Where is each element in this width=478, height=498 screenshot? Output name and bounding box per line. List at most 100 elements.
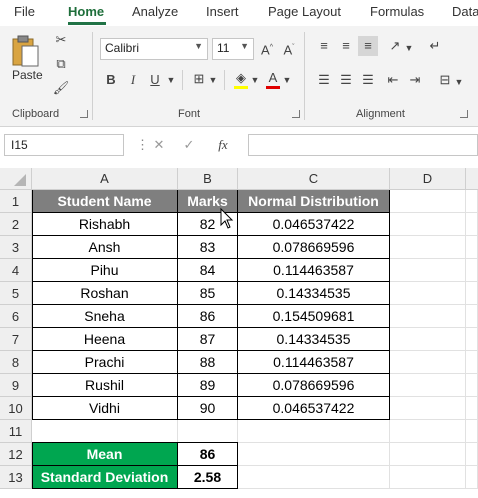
increase-font-icon[interactable]: A^	[258, 40, 276, 58]
clipboard-launcher-icon[interactable]	[80, 110, 88, 118]
wrap-text-icon[interactable]: ↵	[426, 38, 444, 54]
align-middle-icon[interactable]: ≡	[338, 38, 354, 54]
table-cell[interactable]: Sneha	[32, 305, 178, 328]
table-cell[interactable]: 0.154509681	[238, 305, 390, 328]
cell[interactable]	[390, 420, 466, 443]
tab-page-layout[interactable]: Page Layout	[268, 4, 341, 19]
cell[interactable]	[238, 466, 390, 489]
table-cell[interactable]: 85	[178, 282, 238, 305]
underline-button[interactable]: U	[148, 72, 162, 88]
cell[interactable]	[390, 443, 466, 466]
alignment-launcher-icon[interactable]	[460, 110, 468, 118]
row-header[interactable]: 11	[0, 420, 32, 443]
cell[interactable]	[390, 236, 466, 259]
table-cell[interactable]: 90	[178, 397, 238, 420]
cell[interactable]	[390, 282, 466, 305]
row-header[interactable]: 3	[0, 236, 32, 259]
row-header[interactable]: 9	[0, 374, 32, 397]
bold-button[interactable]: B	[104, 72, 118, 88]
chevron-down-icon[interactable]: ▼	[454, 74, 464, 90]
stat-label-cell[interactable]: Mean	[32, 443, 178, 466]
tab-formulas[interactable]: Formulas	[370, 4, 424, 19]
table-cell[interactable]: Rushil	[32, 374, 178, 397]
confirm-icon[interactable]: ✓	[180, 137, 198, 153]
cell[interactable]	[466, 190, 478, 213]
cell[interactable]	[466, 328, 478, 351]
table-cell[interactable]: Prachi	[32, 351, 178, 374]
cell[interactable]	[466, 236, 478, 259]
table-cell[interactable]: Roshan	[32, 282, 178, 305]
table-header-cell[interactable]: Student Name	[32, 190, 178, 213]
cell[interactable]	[466, 213, 478, 236]
decrease-indent-icon[interactable]: ⇤	[384, 72, 402, 88]
table-cell[interactable]: 0.046537422	[238, 397, 390, 420]
copy-icon[interactable]: ⧉	[52, 56, 70, 72]
cell[interactable]	[466, 305, 478, 328]
table-cell[interactable]: 0.14334535	[238, 282, 390, 305]
worksheet-grid[interactable]: A B C D 1 Student Name Marks Normal Distrib…	[0, 168, 478, 498]
cell[interactable]	[466, 443, 478, 466]
column-header-c[interactable]: C	[238, 168, 390, 190]
cell[interactable]	[466, 351, 478, 374]
font-color-button[interactable]: A	[264, 70, 282, 90]
cell[interactable]	[390, 466, 466, 489]
row-header[interactable]: 5	[0, 282, 32, 305]
cell[interactable]	[390, 351, 466, 374]
table-cell[interactable]: 84	[178, 259, 238, 282]
cell[interactable]	[466, 374, 478, 397]
cell[interactable]	[238, 443, 390, 466]
tab-analyze[interactable]: Analyze	[132, 4, 178, 19]
cell[interactable]	[32, 420, 178, 443]
table-cell[interactable]: Heena	[32, 328, 178, 351]
font-name-dropdown[interactable]: Calibri ▼	[100, 38, 208, 60]
row-header[interactable]: 10	[0, 397, 32, 420]
select-all-corner[interactable]	[0, 168, 32, 190]
row-header[interactable]: 12	[0, 443, 32, 466]
row-header[interactable]: 6	[0, 305, 32, 328]
cell[interactable]	[466, 466, 478, 489]
cell[interactable]	[466, 397, 478, 420]
row-header[interactable]: 2	[0, 213, 32, 236]
column-header-b[interactable]: B	[178, 168, 238, 190]
table-cell[interactable]: Ansh	[32, 236, 178, 259]
align-center-icon[interactable]: ☰	[338, 72, 354, 88]
cell[interactable]	[466, 259, 478, 282]
tab-data[interactable]: Data	[452, 4, 478, 19]
table-header-cell[interactable]: Normal Distribution	[238, 190, 390, 213]
borders-icon[interactable]: ⊞	[190, 71, 208, 87]
decrease-font-icon[interactable]: Aˇ	[280, 40, 298, 58]
formula-input[interactable]	[248, 134, 478, 156]
table-cell[interactable]: 0.14334535	[238, 328, 390, 351]
table-cell[interactable]: 88	[178, 351, 238, 374]
table-cell[interactable]: 87	[178, 328, 238, 351]
name-box[interactable]: I15	[4, 134, 124, 156]
cell[interactable]	[390, 213, 466, 236]
table-cell[interactable]: 0.114463587	[238, 351, 390, 374]
format-painter-icon[interactable]: 🖌	[52, 80, 70, 96]
table-cell[interactable]: Pihu	[32, 259, 178, 282]
orientation-icon[interactable]: ↗	[386, 38, 404, 54]
align-right-icon[interactable]: ☰	[360, 72, 376, 88]
table-cell[interactable]: 83	[178, 236, 238, 259]
insert-function-button[interactable]: fx	[212, 137, 234, 153]
chevron-down-icon[interactable]: ▼	[250, 72, 260, 88]
font-size-dropdown[interactable]: 11 ▼	[212, 38, 254, 60]
chevron-down-icon[interactable]: ▼	[208, 72, 218, 88]
cell[interactable]	[390, 374, 466, 397]
cell[interactable]	[466, 282, 478, 305]
fill-color-button[interactable]: ◈	[232, 70, 250, 90]
chevron-down-icon[interactable]: ▼	[166, 72, 176, 88]
font-launcher-icon[interactable]	[292, 110, 300, 118]
table-cell[interactable]: 89	[178, 374, 238, 397]
stat-value-cell[interactable]: 86	[178, 443, 238, 466]
align-bottom-icon[interactable]: ≡	[358, 36, 378, 56]
cancel-icon[interactable]: ✕	[150, 137, 168, 153]
increase-indent-icon[interactable]: ⇥	[406, 72, 424, 88]
chevron-down-icon[interactable]: ▼	[282, 72, 292, 88]
cell[interactable]	[178, 420, 238, 443]
cell[interactable]	[390, 305, 466, 328]
row-header[interactable]: 7	[0, 328, 32, 351]
table-cell[interactable]: 0.078669596	[238, 374, 390, 397]
align-top-icon[interactable]: ≡	[316, 38, 332, 54]
row-header[interactable]: 8	[0, 351, 32, 374]
